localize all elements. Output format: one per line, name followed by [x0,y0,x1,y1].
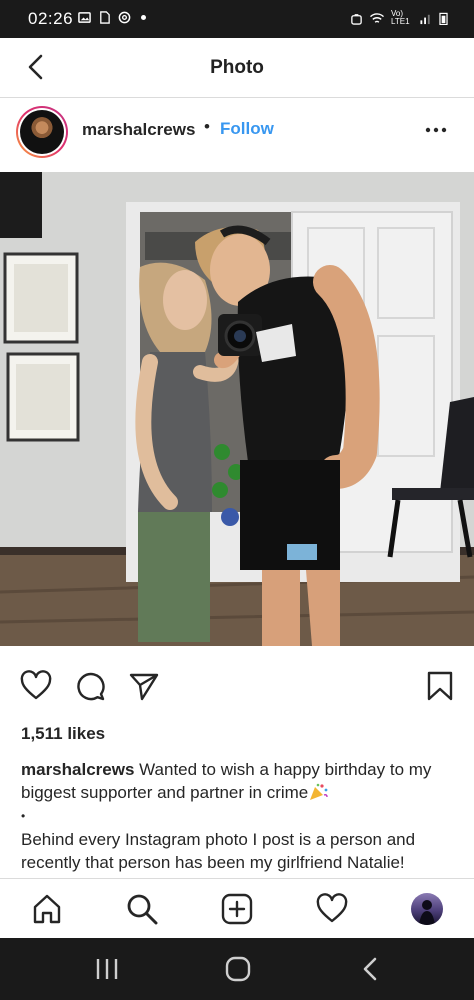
home-icon[interactable] [31,893,63,925]
status-bar: 02:26 Vo) LTE1 [0,0,474,38]
top-bar: Photo [0,38,474,98]
username-separator: • [204,117,210,136]
signal-icon [420,14,430,24]
add-post-icon[interactable] [221,893,253,925]
search-icon[interactable] [126,893,158,925]
system-back-icon[interactable] [357,956,385,982]
battery-icon [439,12,448,25]
status-time: 02:26 [28,9,74,28]
caption-text-2: Behind every Instagram photo I post is a… [21,830,416,872]
follow-button[interactable]: Follow [220,119,274,139]
bottom-navigation [0,878,474,938]
notification-dot-icon [141,15,146,20]
gallery-icon [78,12,91,23]
party-popper-icon [310,783,328,800]
post-photo[interactable] [0,172,474,646]
more-options-icon[interactable] [424,118,448,142]
profile-avatar[interactable] [411,893,443,925]
page-title: Photo [210,57,264,78]
wifi-icon [370,12,384,23]
likes-count[interactable]: 1,511 likes [21,724,105,744]
comment-icon[interactable] [74,670,106,702]
post-actions [0,660,474,710]
sim-icon [100,11,110,24]
system-home-icon[interactable] [224,956,252,982]
status-notification-icons [78,11,146,24]
profile-silhouette-icon [419,900,435,925]
heart-icon[interactable] [20,670,52,702]
avatar-image [20,110,64,154]
send-icon[interactable] [128,670,160,702]
alarm-icon [351,13,362,25]
at-icon [118,11,131,24]
bookmark-icon[interactable] [424,670,456,702]
system-navigation-bar [0,938,474,1000]
caption-username[interactable]: marshalcrews [21,760,134,779]
recent-apps-icon[interactable] [93,956,121,982]
post-username[interactable]: marshalcrews [82,120,195,140]
status-system-icons: Vo) LTE1 [350,10,448,26]
activity-heart-icon[interactable] [316,893,348,925]
post-header: marshalcrews • Follow [0,98,474,172]
network-label: Vo) LTE1 [391,9,410,26]
avatar[interactable] [16,106,68,158]
photo-illustration [0,172,474,646]
post-caption: marshalcrews Wanted to wish a happy birt… [21,758,461,874]
caption-bullet: • [21,809,26,823]
